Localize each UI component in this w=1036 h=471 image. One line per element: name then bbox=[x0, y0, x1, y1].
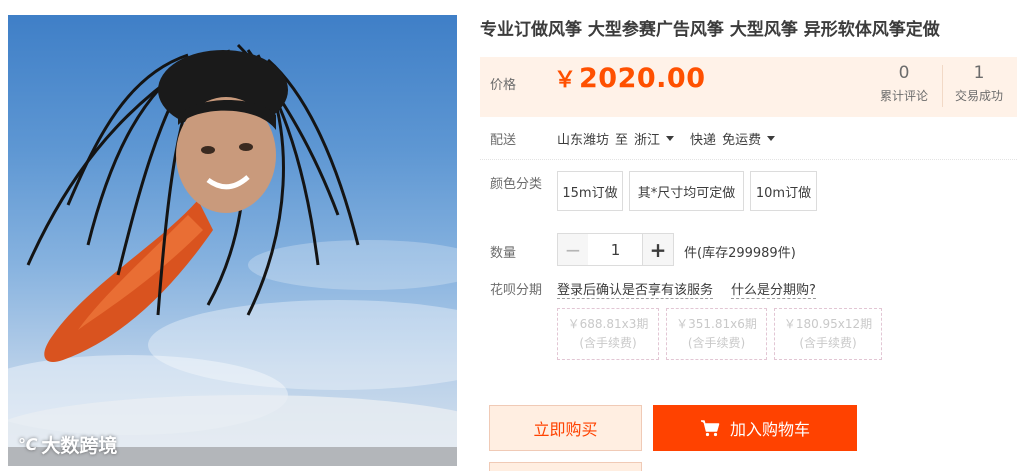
stat-divider bbox=[942, 65, 943, 107]
color-option-15m[interactable]: 15m订做 bbox=[557, 171, 623, 211]
price-amount: 2020.00 bbox=[579, 63, 706, 94]
price-panel: 价格 ￥ 2020.00 0 累计评论 1 交易成功 bbox=[480, 57, 1017, 117]
color-options-label: 颜色分类 bbox=[490, 177, 543, 192]
logo-mark-icon: ℃ bbox=[18, 435, 38, 454]
sales-stat: 1 交易成功 bbox=[948, 63, 1010, 104]
installment-amount: ￥688.81x3期 bbox=[567, 317, 649, 331]
watermark-logo: ℃ 大数跨境 bbox=[18, 431, 117, 458]
divider bbox=[480, 159, 1017, 160]
product-title: 专业订做风筝 大型参赛广告风筝 大型风筝 异形软体风筝定做 bbox=[480, 20, 940, 40]
delivery-method: 快递 bbox=[690, 133, 717, 148]
installment-fee-note: (含手续费) bbox=[687, 336, 746, 350]
delivery-origin: 山东潍坊 bbox=[557, 133, 610, 148]
installment-amount: ￥351.81x6期 bbox=[676, 317, 757, 331]
sales-count: 1 bbox=[973, 63, 985, 83]
installment-label: 花呗分期 bbox=[490, 283, 543, 298]
installment-plan-6[interactable]: ￥351.81x6期 (含手续费) bbox=[666, 308, 767, 360]
price-value: ￥ 2020.00 bbox=[554, 62, 706, 94]
reviews-count: 0 bbox=[898, 63, 910, 83]
sales-label: 交易成功 bbox=[954, 89, 1003, 103]
delivery-method-select[interactable]: 快递 免运费 bbox=[690, 129, 776, 148]
price-label: 价格 bbox=[490, 78, 517, 93]
installment-fee-note: (含手续费) bbox=[799, 336, 857, 350]
delivery-destination-select[interactable]: 浙江 bbox=[634, 129, 675, 148]
stock-info: 件(库存299989件) bbox=[684, 246, 796, 261]
delivery-to: 至 bbox=[615, 133, 629, 148]
chevron-down-icon bbox=[767, 136, 776, 141]
delivery-info: 山东潍坊 至 浙江 快递 免运费 bbox=[557, 129, 776, 148]
chevron-down-icon bbox=[666, 136, 675, 141]
add-to-cart-button[interactable]: 加入购物车 bbox=[653, 405, 857, 451]
what-is-installment-link[interactable]: 什么是分期购? bbox=[731, 279, 816, 299]
currency-symbol: ￥ bbox=[554, 68, 577, 93]
delivery-label: 配送 bbox=[490, 133, 517, 148]
delivery-fee: 免运费 bbox=[722, 133, 762, 148]
installment-plan-12[interactable]: ￥180.95x12期 (含手续费) bbox=[774, 308, 882, 360]
quantity-input[interactable] bbox=[588, 233, 643, 266]
quantity-increase-button[interactable]: + bbox=[642, 233, 674, 266]
product-image[interactable]: ℃ 大数跨境 bbox=[8, 15, 457, 466]
kite-illustration bbox=[8, 43, 457, 466]
color-option-custom-size[interactable]: 其*尺寸均可定做 bbox=[629, 171, 744, 211]
delivery-destination: 浙江 bbox=[634, 133, 661, 148]
secondary-action-button[interactable] bbox=[489, 462, 642, 471]
buy-now-button[interactable]: 立即购买 bbox=[489, 405, 642, 451]
reviews-stat[interactable]: 0 累计评论 bbox=[874, 63, 934, 104]
login-to-confirm-link[interactable]: 登录后确认是否享有该服务 bbox=[557, 279, 714, 299]
reviews-label: 累计评论 bbox=[879, 89, 928, 103]
watermark-text: 大数跨境 bbox=[41, 435, 118, 457]
shopping-cart-icon bbox=[700, 420, 720, 437]
quantity-label: 数量 bbox=[490, 246, 517, 261]
installment-fee-note: (含手续费) bbox=[579, 336, 637, 350]
quantity-decrease-button[interactable]: − bbox=[557, 233, 589, 266]
installment-plan-3[interactable]: ￥688.81x3期 (含手续费) bbox=[557, 308, 659, 360]
color-option-10m[interactable]: 10m订做 bbox=[750, 171, 817, 211]
add-to-cart-label: 加入购物车 bbox=[729, 420, 810, 439]
installment-amount: ￥180.95x12期 bbox=[783, 317, 873, 331]
